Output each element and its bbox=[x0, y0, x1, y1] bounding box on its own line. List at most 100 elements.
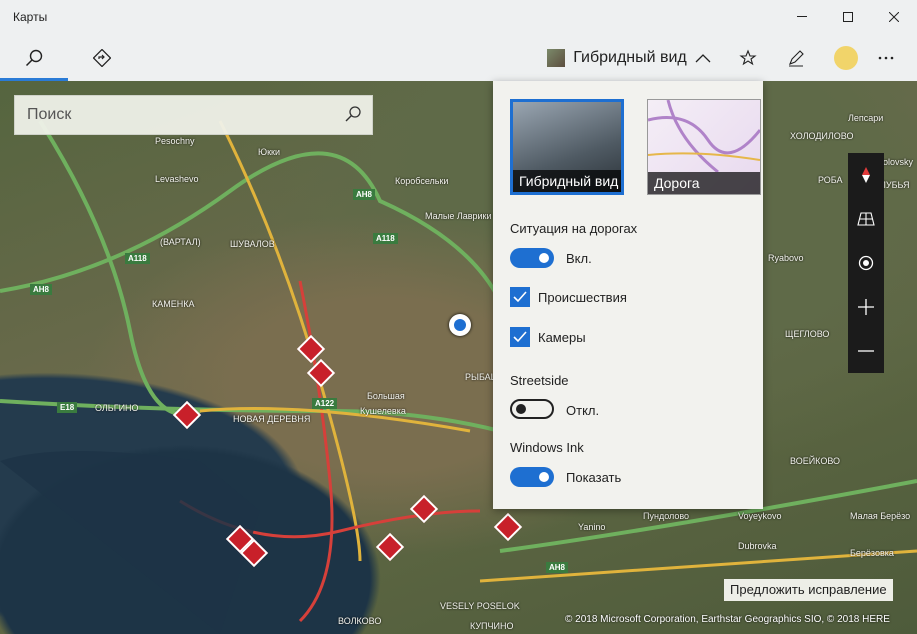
map-controls bbox=[848, 153, 884, 373]
current-location-marker[interactable] bbox=[449, 314, 471, 336]
ink-button[interactable] bbox=[776, 34, 816, 81]
road-view-tile-label: Дорога bbox=[648, 172, 760, 194]
map-place-label: Берёзовка bbox=[850, 548, 894, 558]
map-place-label: ШУВАЛОВ bbox=[230, 239, 275, 249]
minimize-icon bbox=[797, 16, 807, 17]
favorites-button[interactable] bbox=[728, 34, 768, 81]
compass-button[interactable] bbox=[848, 153, 884, 197]
incidents-label: Происшествия bbox=[538, 290, 627, 305]
toolbar: Гибридный вид bbox=[0, 34, 917, 81]
copyright-notice: © 2018 Microsoft Corporation, Earthstar … bbox=[565, 614, 890, 625]
map-place-label: ВОЕЙКОВО bbox=[790, 456, 841, 466]
cameras-label: Камеры bbox=[538, 330, 586, 345]
suggest-correction-button[interactable]: Предложить исправление bbox=[724, 579, 893, 601]
map-canvas[interactable]: Поиск Pesochny Юкки Levashevo Коробсельк… bbox=[0, 81, 917, 634]
map-place-label: Dubrovka bbox=[738, 541, 777, 551]
locate-icon bbox=[858, 255, 874, 271]
directions-icon bbox=[93, 48, 111, 67]
traffic-heading: Ситуация на дорогах bbox=[510, 221, 638, 236]
map-place-label: (ВАРТАЛ) bbox=[160, 237, 201, 247]
road-network bbox=[0, 119, 917, 634]
road-preview-icon bbox=[648, 100, 760, 172]
minus-icon bbox=[858, 350, 874, 352]
favorites-list-icon bbox=[739, 49, 757, 65]
search-icon bbox=[25, 49, 43, 66]
map-place-label: VESELY POSELOK bbox=[440, 601, 520, 611]
map-place-label: Лепсари bbox=[848, 113, 884, 123]
map-place-label: Levashevo bbox=[155, 174, 199, 184]
map-place-label: Большая bbox=[367, 391, 405, 401]
search-icon[interactable] bbox=[344, 105, 362, 123]
map-view-dropdown[interactable]: Гибридный вид bbox=[545, 34, 713, 81]
map-place-label: РОБА bbox=[818, 175, 843, 185]
map-place-label: ЩЕГЛОВО bbox=[785, 329, 830, 339]
tilt-button[interactable] bbox=[848, 197, 884, 241]
windows-ink-toggle-label: Показать bbox=[566, 470, 622, 485]
map-place-label: Ryabovo bbox=[768, 253, 804, 263]
search-placeholder: Поиск bbox=[27, 106, 72, 123]
map-place-label: КАМЕНКА bbox=[152, 299, 195, 309]
map-place-label: ОЛЬГИНО bbox=[95, 403, 139, 413]
map-place-label: Коробсельки bbox=[395, 176, 449, 186]
map-view-panel: Гибридный вид Дорога Ситуация на дорогах… bbox=[493, 81, 763, 509]
maximize-button[interactable] bbox=[825, 0, 871, 34]
close-icon bbox=[889, 12, 899, 22]
traffic-toggle[interactable] bbox=[510, 248, 554, 268]
road-shield: A118 bbox=[125, 253, 150, 264]
avatar bbox=[834, 45, 858, 70]
map-place-label: Малые Лаврики bbox=[425, 211, 492, 221]
more-options-button[interactable] bbox=[866, 34, 906, 81]
checkmark-icon bbox=[513, 331, 527, 343]
windows-ink-heading: Windows Ink bbox=[510, 440, 584, 455]
hybrid-view-tile[interactable]: Гибридный вид bbox=[510, 99, 624, 195]
zoom-out-button[interactable] bbox=[848, 329, 884, 373]
chevron-up-icon bbox=[695, 53, 711, 62]
traffic-toggle-label: Вкл. bbox=[566, 251, 592, 266]
map-place-label: Pesochny bbox=[155, 136, 195, 146]
road-shield: E18 bbox=[57, 402, 78, 413]
compass-icon bbox=[862, 167, 870, 183]
map-place-label: ХОЛОДИЛОВО bbox=[790, 131, 854, 141]
road-view-tile[interactable]: Дорога bbox=[647, 99, 761, 195]
map-place-label: Кушелевка bbox=[360, 406, 406, 416]
map-place-label: Voyeykovo bbox=[738, 511, 782, 521]
map-place-label: ЛУБЬЯ bbox=[880, 180, 910, 190]
streetside-heading: Streetside bbox=[510, 373, 569, 388]
streetside-toggle[interactable] bbox=[510, 399, 554, 419]
road-shield: AH8 bbox=[30, 284, 53, 295]
windows-ink-toggle[interactable] bbox=[510, 467, 554, 487]
search-tab[interactable] bbox=[0, 34, 68, 81]
checkmark-icon bbox=[513, 291, 527, 303]
road-shield: A122 bbox=[312, 398, 338, 409]
search-box[interactable]: Поиск bbox=[14, 95, 373, 135]
locate-me-button[interactable] bbox=[848, 241, 884, 285]
hybrid-view-tile-label: Гибридный вид bbox=[513, 170, 621, 192]
maximize-icon bbox=[843, 12, 853, 22]
plus-icon bbox=[858, 299, 874, 315]
title-bar: Карты bbox=[0, 0, 917, 34]
hybrid-thumbnail-icon bbox=[547, 48, 566, 67]
cameras-checkbox[interactable] bbox=[510, 327, 530, 347]
road-shield: AH8 bbox=[353, 189, 376, 200]
map-place-label: НОВАЯ ДЕРЕВНЯ bbox=[233, 414, 311, 424]
map-place-label: Yanino bbox=[578, 522, 606, 532]
road-shield: A118 bbox=[373, 233, 398, 244]
tilt-grid-icon bbox=[857, 212, 875, 226]
incidents-checkbox[interactable] bbox=[510, 287, 530, 307]
map-view-label: Гибридный вид bbox=[573, 48, 687, 66]
window-title: Карты bbox=[13, 10, 48, 24]
map-place-label: Пундолово bbox=[643, 511, 690, 521]
zoom-in-button[interactable] bbox=[848, 285, 884, 329]
map-place-label: Юкки bbox=[258, 147, 280, 157]
minimize-button[interactable] bbox=[779, 0, 825, 34]
road-shield: AH8 bbox=[546, 562, 569, 573]
map-place-label: ВОЛКОВО bbox=[338, 616, 382, 626]
streetside-toggle-label: Откл. bbox=[566, 403, 600, 418]
directions-tab[interactable] bbox=[80, 34, 124, 81]
map-place-label: Малая Берёзо bbox=[850, 511, 911, 521]
close-button[interactable] bbox=[871, 0, 917, 34]
account-button[interactable] bbox=[826, 34, 866, 81]
pen-icon bbox=[789, 49, 804, 67]
map-place-label: КУПЧИНО bbox=[470, 621, 514, 631]
more-dots-icon bbox=[878, 56, 894, 59]
